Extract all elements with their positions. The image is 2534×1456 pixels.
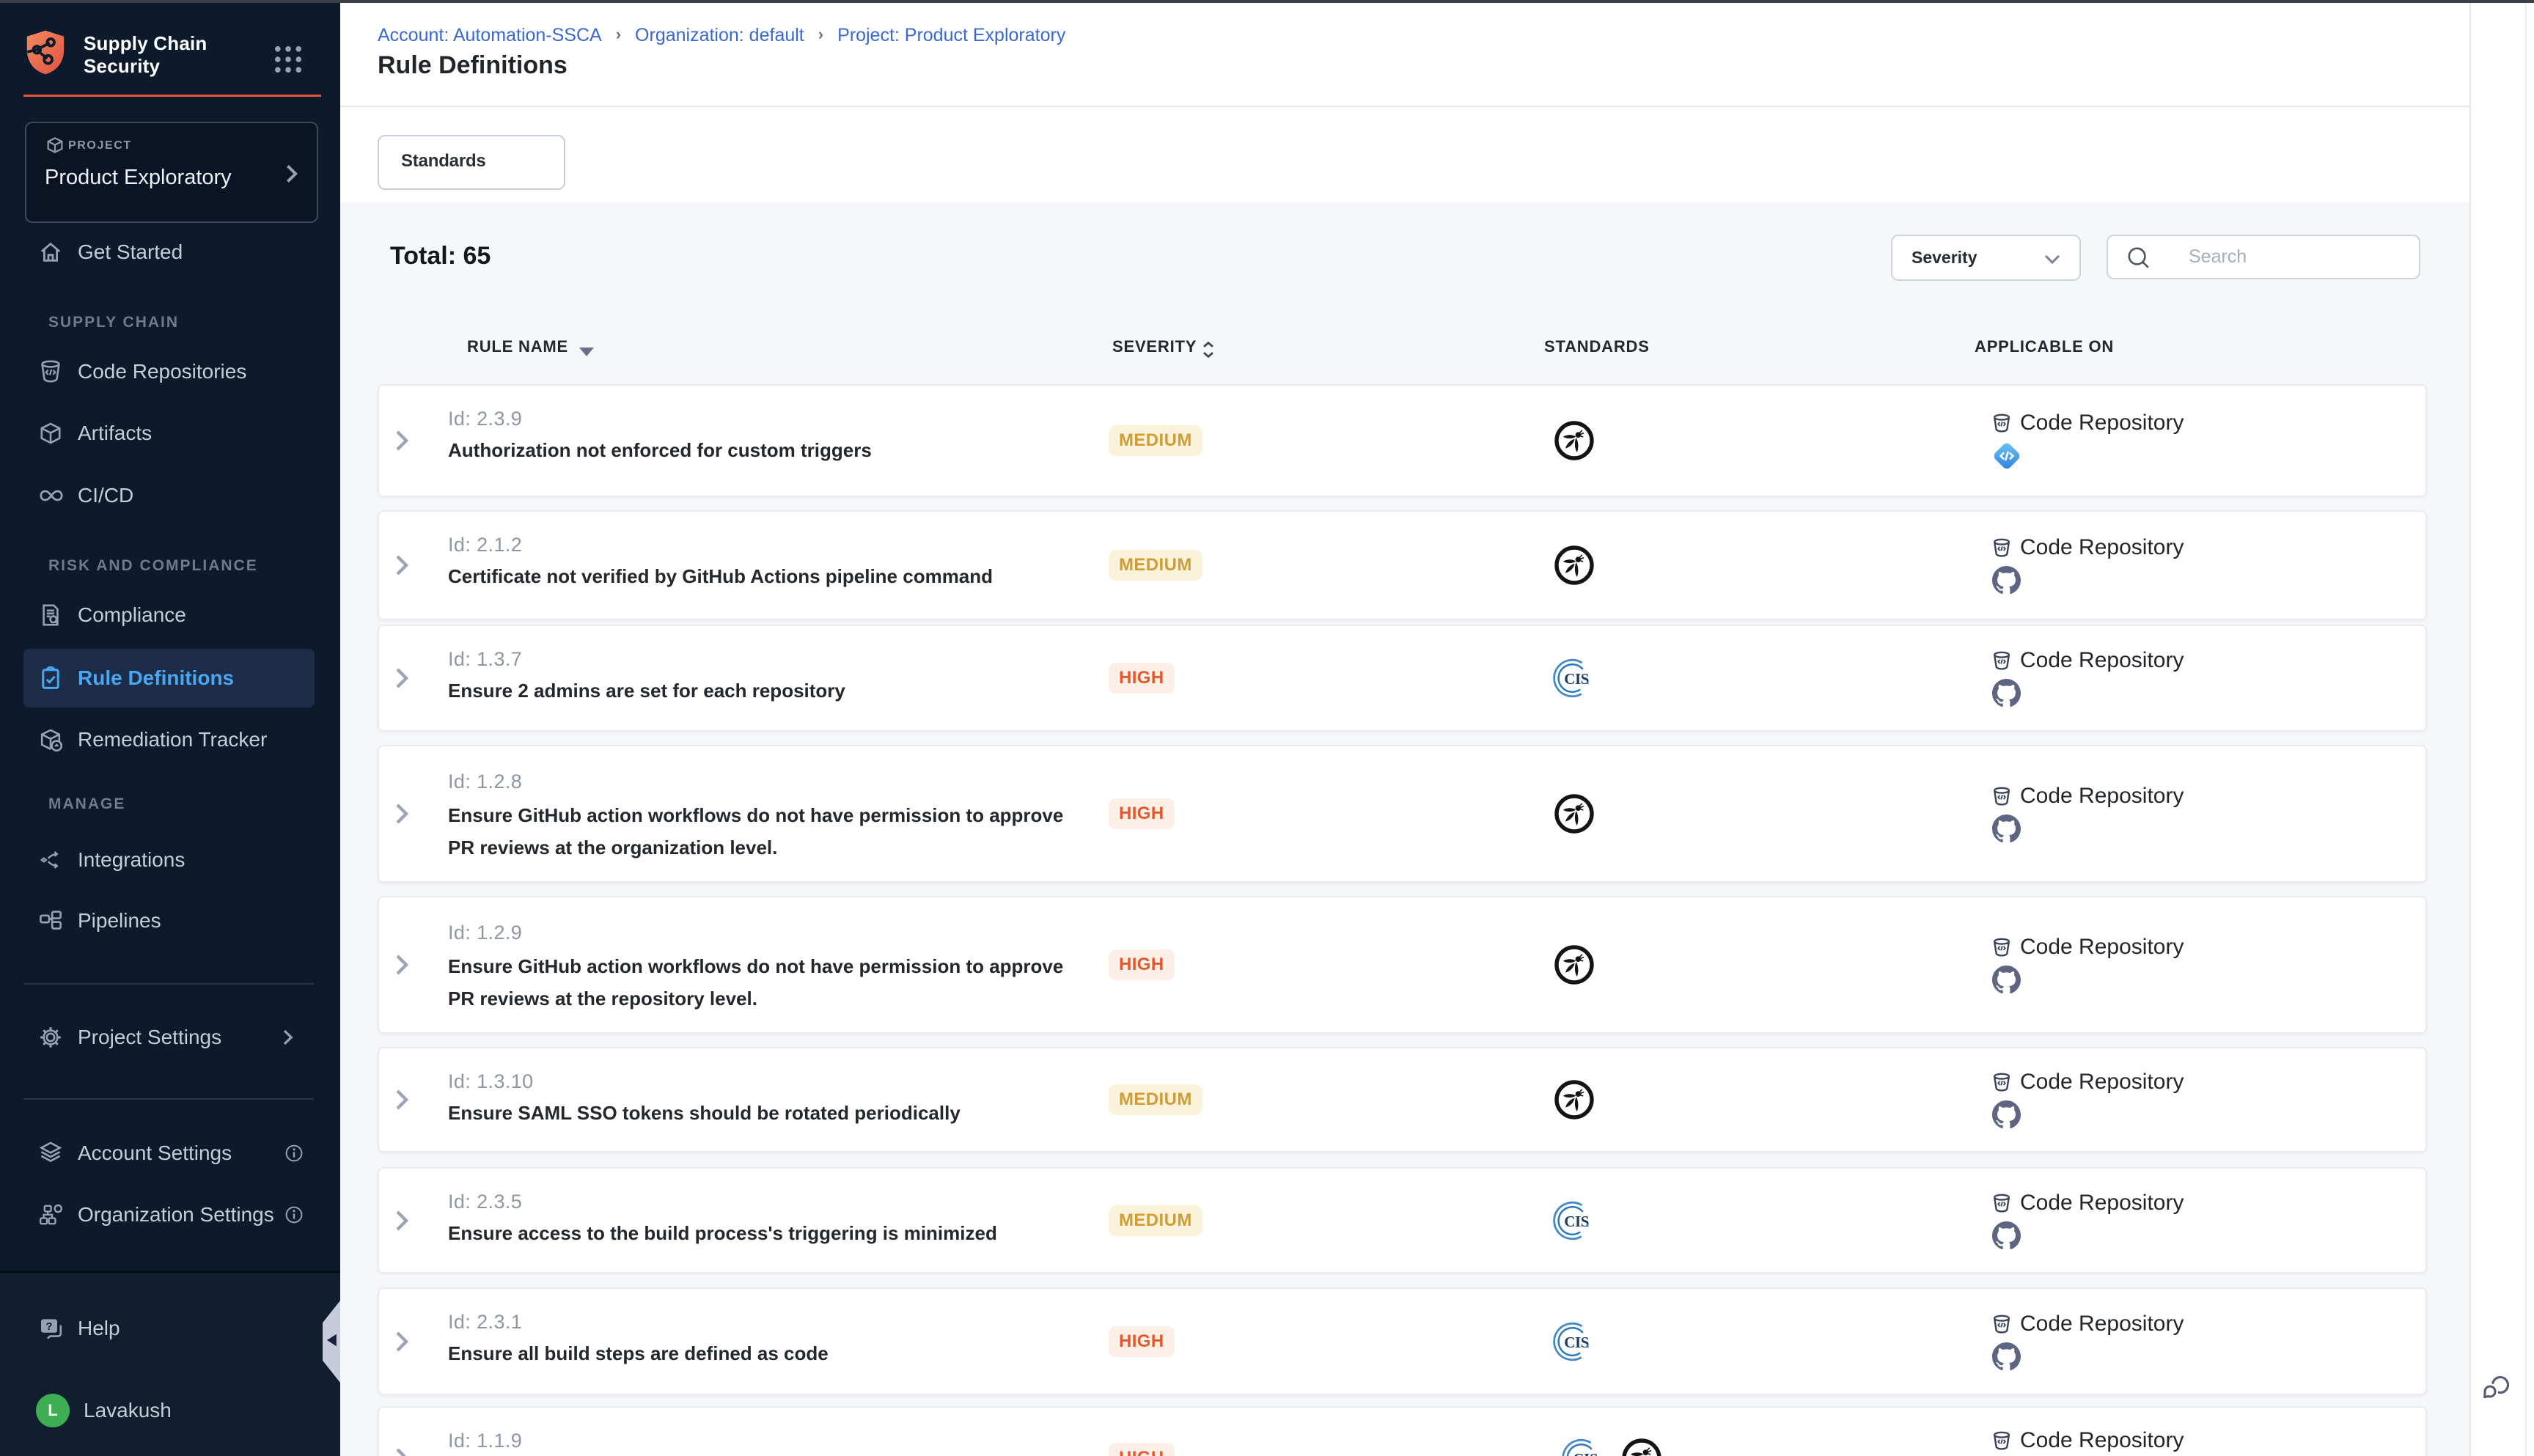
svg-text:?: ? bbox=[45, 1320, 52, 1333]
